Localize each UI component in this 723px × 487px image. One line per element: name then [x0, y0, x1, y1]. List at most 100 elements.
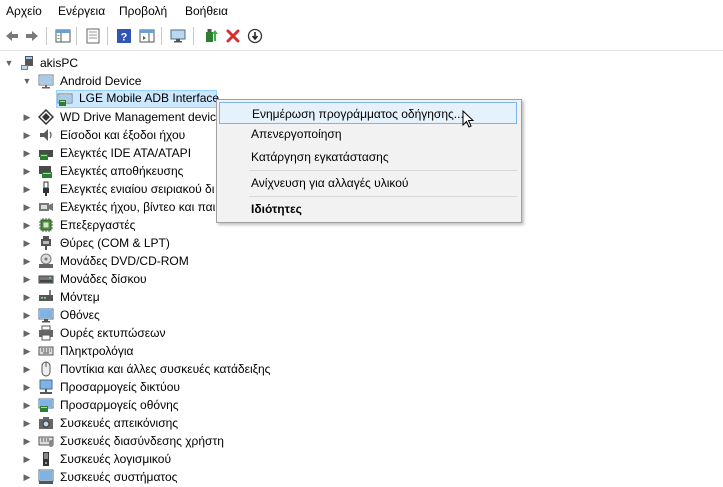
scan-hardware-button[interactable]: [168, 26, 188, 46]
update-driver-toolbar-button[interactable]: [201, 26, 221, 46]
properties-toolbar-button[interactable]: [83, 26, 103, 46]
chevron-right-icon[interactable]: ▶: [22, 180, 32, 198]
chevron-right-icon[interactable]: ▶: [22, 108, 32, 126]
chevron-right-icon[interactable]: ▶: [22, 324, 32, 342]
tree-category-android-device[interactable]: ▼ Android Device: [0, 72, 200, 90]
chevron-right-icon[interactable]: ▶: [22, 432, 32, 450]
usb-icon: [43, 181, 49, 196]
hid-icon: [38, 436, 54, 447]
tree-category[interactable]: ▶ Ελεγκτές IDE ATA/ATAPI: [0, 144, 216, 162]
ide-controller-icon: [39, 150, 53, 160]
menu-view[interactable]: Προβολή: [117, 3, 169, 19]
chevron-right-icon[interactable]: ▶: [22, 360, 32, 378]
network-adapter-icon: [39, 379, 53, 394]
android-device-icon: [38, 74, 54, 89]
tree-category[interactable]: ▶ Επεξεργαστές: [0, 216, 216, 234]
speaker-icon: [40, 129, 52, 141]
console-tree-icon: [55, 29, 71, 43]
forward-button[interactable]: [22, 26, 42, 46]
menu-item-label: Κατάργηση εγκατάστασης: [251, 150, 389, 164]
camera-icon: [39, 417, 53, 429]
tree-category[interactable]: ▶ WD Drive Management devic: [0, 108, 216, 126]
menu-bar: Αρχείο Ενέργεια Προβολή Βοήθεια: [0, 0, 723, 22]
chevron-right-icon[interactable]: ▶: [22, 288, 32, 306]
tree-category[interactable]: ▶ Συσκευές συστήματος: [0, 468, 216, 486]
disable-toolbar-button[interactable]: [245, 26, 265, 46]
chevron-right-icon[interactable]: ▶: [22, 414, 32, 432]
chevron-right-icon[interactable]: ▶: [22, 306, 32, 324]
menu-separator: [249, 196, 517, 197]
menu-file[interactable]: Αρχείο: [4, 3, 44, 19]
chevron-right-icon[interactable]: ▶: [22, 378, 32, 396]
help-toolbar-button[interactable]: ?: [114, 26, 134, 46]
menu-item-label: Απενεργοποίηση: [251, 127, 342, 141]
tree-category[interactable]: ▶ Συσκευές λογισμικού: [0, 450, 216, 468]
action-pane-button[interactable]: [137, 26, 157, 46]
tree-category[interactable]: ▶ Οθόνες: [0, 306, 216, 324]
tree-category-label: Μονάδες DVD/CD-ROM: [60, 254, 189, 268]
tree-category[interactable]: ▶ Μόντεμ: [0, 288, 216, 306]
tree-device-label: LGE Mobile ADB Interface: [79, 91, 220, 105]
modem-icon: [39, 290, 53, 301]
show-hide-console-tree-button[interactable]: [53, 26, 73, 46]
chevron-right-icon[interactable]: ▶: [22, 216, 32, 234]
tree-category[interactable]: ▶ Μονάδες DVD/CD-ROM: [0, 252, 216, 270]
port-icon: [41, 236, 51, 250]
tree-category[interactable]: ▶ Συσκευές διασύνδεσης χρήστη: [0, 432, 236, 450]
tree-category[interactable]: ▶ Πληκτρολόγια: [0, 342, 216, 360]
chevron-right-icon[interactable]: ▶: [22, 162, 32, 180]
chevron-right-icon[interactable]: ▶: [22, 126, 32, 144]
tree-category-label: Συσκευές λογισμικού: [60, 452, 171, 466]
back-button[interactable]: [2, 26, 22, 46]
chevron-down-icon[interactable]: ▼: [22, 72, 32, 90]
tree-category[interactable]: ▶ Ποντίκια και άλλες συσκευές κατάδειξης: [0, 360, 280, 378]
update-driver-icon: [206, 29, 218, 42]
chevron-right-icon[interactable]: ▶: [22, 270, 32, 288]
tree-category[interactable]: ▶ Συσκευές απεικόνισης: [0, 414, 216, 432]
dvd-drive-icon: [39, 253, 53, 268]
menu-item-label: Ενημέρωση προγράμματος οδήγησης...: [252, 107, 464, 121]
chevron-right-icon[interactable]: ▶: [22, 468, 32, 486]
tree-category-label: Android Device: [60, 74, 142, 88]
keyboard-icon: [38, 346, 54, 356]
properties-menu-item[interactable]: Ιδιότητες: [219, 198, 517, 220]
chevron-right-icon[interactable]: ▶: [22, 396, 32, 414]
mouse-cursor-icon: [462, 110, 475, 128]
tree-category[interactable]: ▶ Ελεγκτές αποθήκευσης: [0, 162, 216, 180]
system-device-icon: [38, 469, 54, 484]
tree-device-lge-adb[interactable]: LGE Mobile ADB Interface: [56, 90, 220, 108]
chevron-right-icon[interactable]: ▶: [22, 198, 32, 216]
tree-category[interactable]: ▶ Προσαρμογείς οθόνης: [0, 396, 216, 414]
tree-category[interactable]: ▶ Προσαρμογείς δικτύου: [0, 378, 216, 396]
chevron-down-icon[interactable]: ▼: [4, 54, 14, 72]
tree-category-label: Θύρες (COM & LPT): [60, 236, 170, 250]
tree-category-label: Ελεγκτές IDE ATA/ATAPI: [60, 146, 192, 160]
uninstall-toolbar-button[interactable]: [223, 26, 243, 46]
tree-category[interactable]: ▶ Μονάδες δίσκου: [0, 270, 216, 288]
chevron-right-icon[interactable]: ▶: [22, 252, 32, 270]
chevron-right-icon[interactable]: ▶: [22, 144, 32, 162]
tree-category-label: Συσκευές απεικόνισης: [60, 416, 179, 430]
tree-root[interactable]: ▼ akisPC: [0, 54, 200, 72]
tree-category-label: Ελεγκτές ενιαίου σειριακού δι: [60, 182, 215, 196]
chevron-right-icon[interactable]: ▶: [22, 450, 32, 468]
chevron-right-icon[interactable]: ▶: [22, 234, 32, 252]
chevron-right-icon[interactable]: ▶: [22, 342, 32, 360]
arrow-right-icon: [26, 31, 38, 41]
tree-category[interactable]: ▶ Ελεγκτές ενιαίου σειριακού δι: [0, 180, 216, 198]
tree-category[interactable]: ▶ Θύρες (COM & LPT): [0, 234, 216, 252]
menu-help[interactable]: Βοήθεια: [183, 3, 230, 19]
tree-category[interactable]: ▶ Ουρές εκτυπώσεων: [0, 324, 216, 342]
toolbar: ?: [0, 22, 723, 51]
disk-drive-icon: [38, 275, 54, 284]
tree-category-label: Συσκευές συστήματος: [60, 470, 178, 484]
computer-icon: [21, 56, 33, 70]
tree-category[interactable]: ▶ Ελεγκτές ήχου, βίντεο και παι: [0, 198, 216, 216]
software-device-icon: [43, 452, 49, 466]
tree-category[interactable]: ▶ Είσοδοι και έξοδοι ήχου: [0, 126, 216, 144]
storage-controller-icon: [39, 166, 52, 178]
menu-action[interactable]: Ενέργεια: [56, 3, 107, 19]
tree-category-label: Οθόνες: [60, 308, 100, 322]
scan-hardware-menu-item[interactable]: Ανίχνευση για αλλαγές υλικού: [219, 172, 517, 194]
uninstall-device-menu-item[interactable]: Κατάργηση εγκατάστασης: [219, 146, 517, 168]
